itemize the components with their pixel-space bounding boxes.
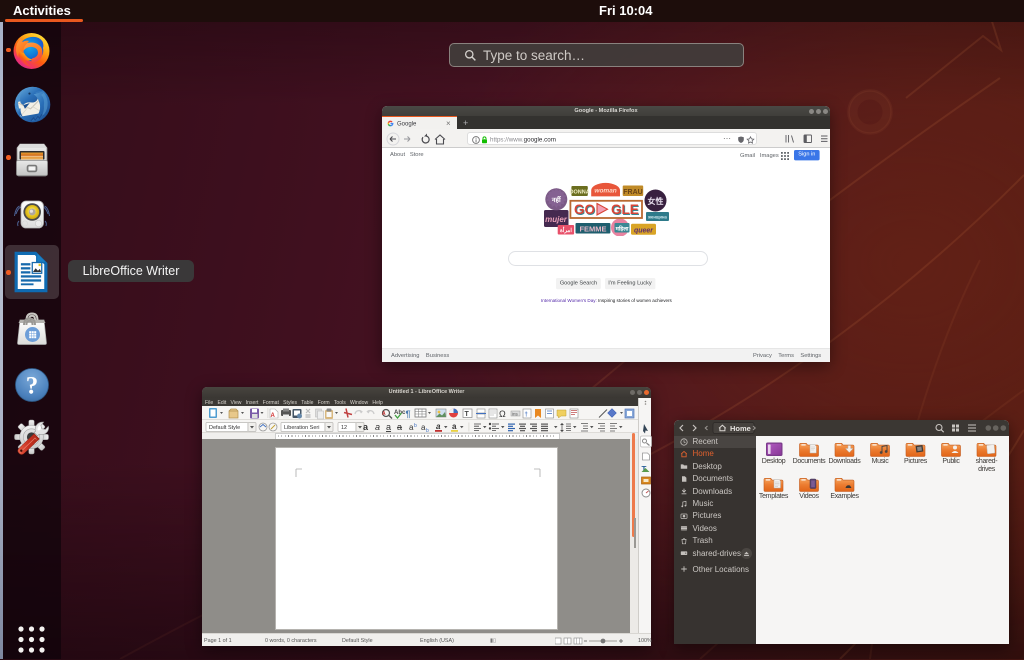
svg-text:a: a — [363, 422, 369, 432]
svg-text:b: b — [414, 423, 417, 429]
svg-text:नहीं: नहीं — [551, 196, 561, 204]
svg-text:?: ? — [25, 373, 38, 400]
svg-text:女性: 女性 — [648, 196, 664, 206]
svg-text:mujer: mujer — [545, 215, 568, 224]
svg-text:¶: ¶ — [406, 409, 411, 419]
svg-text:FRAU: FRAU — [623, 189, 642, 196]
svg-text:Ω: Ω — [499, 409, 506, 419]
svg-text:GLE: GLE — [611, 202, 639, 217]
svg-text:FEMME: FEMME — [579, 225, 606, 234]
svg-text:महिला: महिला — [615, 225, 629, 233]
svg-text:woman: woman — [594, 188, 616, 195]
svg-text:Liberation Seri: Liberation Seri — [284, 425, 319, 431]
svg-text:queer: queer — [634, 227, 654, 234]
svg-text:A: A — [271, 413, 276, 419]
svg-text:a: a — [452, 422, 457, 431]
svg-text:Default Style: Default Style — [209, 425, 240, 431]
svg-text:a: a — [397, 422, 402, 432]
svg-text:Home: Home — [730, 424, 751, 433]
svg-text:†: † — [525, 412, 528, 418]
svg-text:12: 12 — [341, 425, 347, 431]
svg-text:ins: ins — [512, 412, 519, 417]
svg-text:a: a — [375, 422, 380, 432]
svg-text:a: a — [436, 422, 441, 431]
svg-text:T: T — [465, 411, 470, 418]
svg-text:женщина: женщина — [647, 215, 667, 220]
svg-text:a: a — [386, 422, 391, 432]
svg-text:A: A — [382, 411, 386, 417]
svg-text:GO: GO — [574, 202, 595, 217]
svg-text:DONNA: DONNA — [570, 190, 590, 196]
